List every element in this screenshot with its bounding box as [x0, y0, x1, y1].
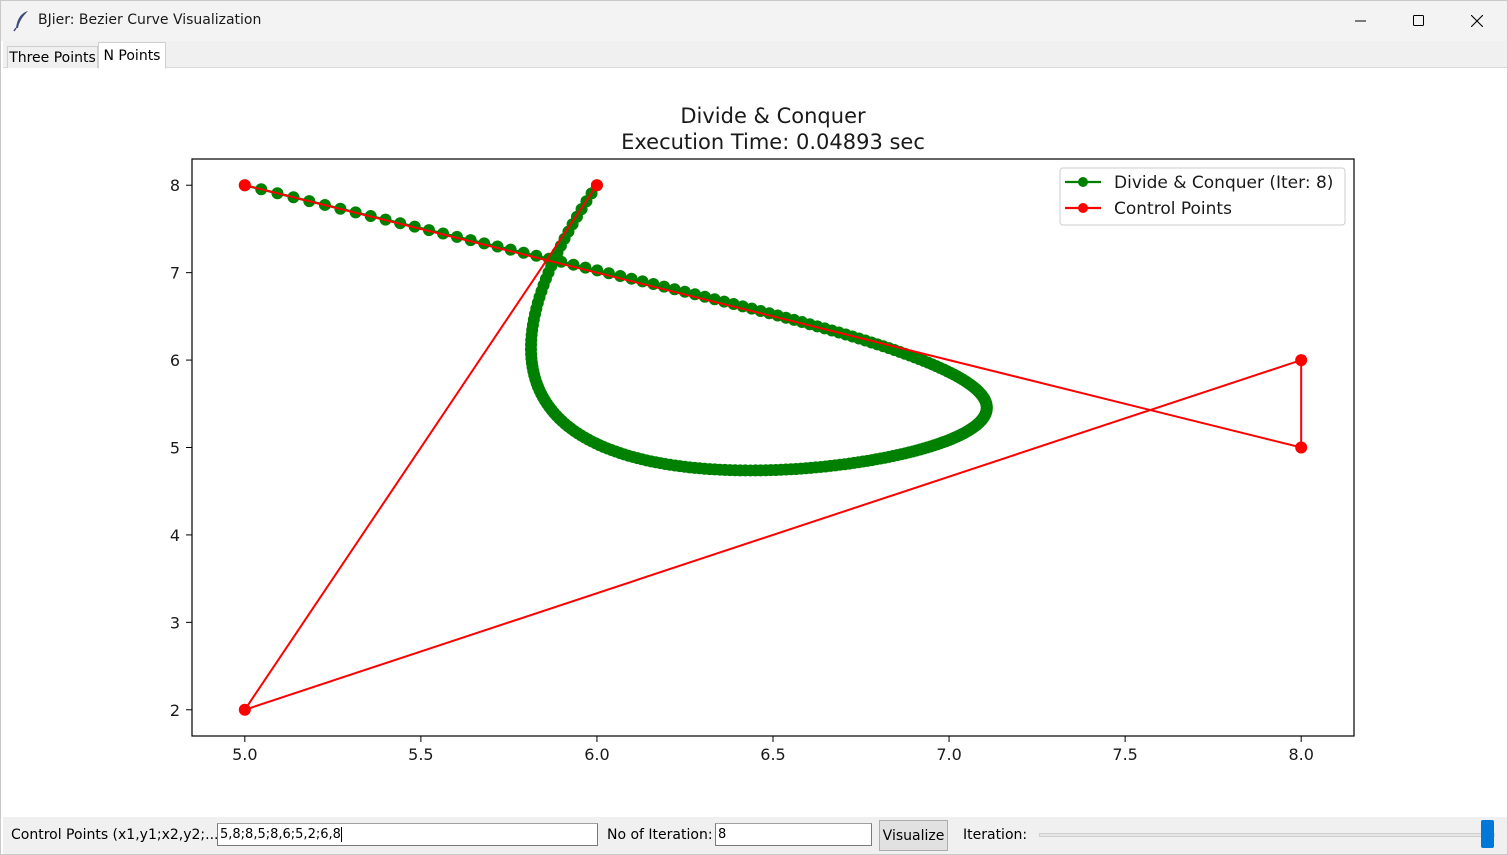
legend-marker-curve — [1078, 177, 1088, 187]
bezier-curve-line — [244, 184, 989, 472]
control-points-input[interactable]: 5,8;8,5;8,6;5,2;6,8 — [217, 823, 598, 846]
y-tick-label: 8 — [170, 176, 180, 195]
control-point — [590, 179, 603, 192]
legend: Divide & Conquer (Iter: 8) Control Point… — [1059, 167, 1346, 226]
y-tick-label: 5 — [170, 439, 180, 458]
iteration-slider-label: Iteration: — [963, 827, 1028, 843]
y-tick-label: 6 — [170, 351, 180, 370]
tab-n-points[interactable]: N Points — [98, 42, 166, 69]
chart-title: Divide & Conquer — [680, 104, 866, 128]
y-tick-label: 2 — [170, 701, 180, 720]
iteration-count-input[interactable]: 8 — [715, 823, 872, 846]
app-window: BJier: Bezier Curve Visualization Three … — [0, 0, 1508, 855]
y-axis: 2 3 4 5 6 7 8 — [170, 176, 192, 720]
y-tick-label: 3 — [170, 613, 180, 632]
legend-marker-control — [1078, 203, 1088, 213]
control-polygon-line — [242, 184, 1303, 712]
bezier-curve-series — [238, 179, 993, 477]
visualize-button[interactable]: Visualize — [879, 820, 948, 851]
iteration-slider[interactable] — [1039, 833, 1495, 837]
control-points-series — [238, 179, 1308, 716]
x-tick-label: 8.0 — [1288, 745, 1313, 764]
x-tick-label: 7.0 — [936, 745, 961, 764]
maximize-button[interactable] — [1389, 1, 1449, 41]
tab-bar: Three Points N Points — [3, 41, 1507, 69]
bezier-chart: Divide & Conquer Execution Time: 0.04893… — [170, 104, 1355, 764]
chart-subtitle: Execution Time: 0.04893 sec — [621, 130, 925, 154]
x-tick-label: 7.5 — [1112, 745, 1137, 764]
x-tick-label: 6.5 — [760, 745, 785, 764]
maximize-icon — [1413, 15, 1424, 26]
close-button[interactable] — [1447, 1, 1507, 41]
control-points-label: Control Points (x1,y1;x2,y2;...): — [11, 827, 229, 843]
minimize-icon — [1355, 20, 1366, 22]
minimize-button[interactable] — [1331, 1, 1391, 41]
x-axis: 5.0 5.5 6.0 6.5 7.0 7.5 8.0 — [232, 736, 1314, 764]
plot-canvas: Divide & Conquer Execution Time: 0.04893… — [3, 69, 1507, 817]
legend-label-curve: Divide & Conquer (Iter: 8) — [1114, 173, 1333, 193]
feather-icon — [13, 11, 28, 32]
control-point — [238, 179, 251, 192]
control-points-value: 5,8;8,5;8,6;5,2;6,8 — [220, 827, 341, 842]
y-tick-label: 4 — [170, 526, 180, 545]
x-tick-label: 6.0 — [584, 745, 609, 764]
iteration-slider-thumb[interactable] — [1481, 820, 1494, 848]
x-tick-label: 5.5 — [408, 745, 433, 764]
plot-frame — [191, 158, 1355, 737]
x-tick-label: 5.0 — [232, 745, 257, 764]
title-bar[interactable]: BJier: Bezier Curve Visualization — [1, 1, 1507, 41]
tab-three-points[interactable]: Three Points — [7, 46, 98, 68]
y-tick-label: 7 — [170, 264, 180, 283]
control-point — [1295, 441, 1308, 454]
iteration-count-label: No of Iteration: — [607, 827, 713, 843]
control-point — [238, 703, 251, 716]
legend-label-control: Control Points — [1114, 199, 1232, 219]
control-bar: Control Points (x1,y1;x2,y2;...): 5,8;8,… — [3, 817, 1507, 854]
window-title: BJier: Bezier Curve Visualization — [38, 12, 262, 28]
close-icon — [1471, 15, 1483, 27]
control-polygon — [242, 184, 1303, 712]
control-point — [1295, 354, 1308, 367]
text-caret — [340, 827, 342, 842]
